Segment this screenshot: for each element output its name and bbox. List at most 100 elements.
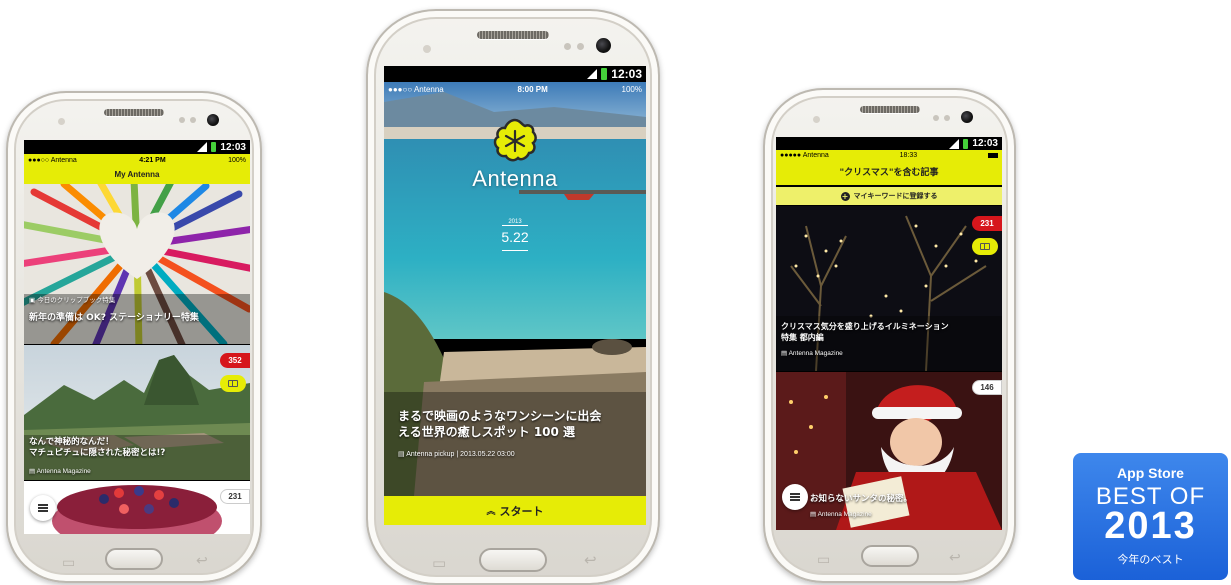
card-source: ▤ Antenna Magazine — [810, 510, 872, 518]
headline-line: える世界の癒しスポット 100 選 — [398, 425, 576, 440]
santa-image — [776, 372, 1002, 530]
ios-clock: 8:00 PM — [517, 84, 548, 94]
android-clock: 12:03 — [972, 138, 998, 149]
card-title-line: クリスマス気分を盛り上げるイルミネーション — [781, 322, 949, 331]
card-tag-text: 今日のクリップブック特集 — [37, 296, 116, 304]
battery-icon — [988, 153, 998, 158]
article-card[interactable]: 231 クリスマス気分を盛り上げるイルミネーション 特集 都内編 ▤ Anten… — [776, 206, 1002, 371]
article-card[interactable]: 146 お知らないサンタの秘密。 ▤ Antenna Magazine — [776, 372, 1002, 530]
menu-key-icon[interactable]: ▭ — [62, 555, 75, 571]
magazine-icon: ▤ — [29, 468, 37, 475]
illumination-image — [776, 206, 1002, 371]
android-status-bar: 12:03 — [776, 137, 1002, 150]
asterisk-flower-icon — [493, 118, 537, 162]
front-camera — [961, 111, 973, 123]
article-card[interactable]: 352 なんで神秘的なんだ！ マチュピチュに隠された秘密とは!? ▤ Anten… — [24, 345, 250, 480]
earpiece-speaker — [477, 31, 549, 39]
home-button[interactable] — [860, 545, 919, 567]
magazine-icon: ▤ — [781, 350, 789, 357]
date-month-day: 5.22 — [501, 229, 529, 245]
light-sensor — [577, 43, 584, 50]
proximity-sensor — [423, 45, 431, 53]
magazine-icon: ▤ — [398, 451, 407, 458]
battery-label: 100% — [228, 156, 246, 164]
signal-icon — [587, 69, 598, 79]
signal-icon — [197, 142, 208, 152]
card-title: 新年の準備は OK? ステーショナリー特集 — [29, 313, 199, 323]
battery-icon — [963, 138, 969, 149]
back-key-icon[interactable]: ↩ — [584, 551, 597, 569]
ios-status-bar: ●●●●● Antenna 18:33 — [776, 150, 1002, 161]
phone-right: 12:03 ●●●●● Antenna 18:33 "クリスマス"を含む記事 +… — [763, 88, 1016, 583]
chevron-up-icon: ︽ — [486, 507, 496, 517]
clip-count-badge: 146 — [972, 380, 1002, 395]
clip-count-badge: 231 — [220, 489, 250, 504]
app-store-best-of-badge: App Store BEST OF 2013 今年のベスト — [1073, 453, 1228, 580]
signal-icon — [949, 138, 960, 149]
card-title-line: 特集 都内編 — [781, 332, 824, 342]
date-rule — [502, 250, 528, 251]
phone-left-screen: 12:03 ●●●○○ Antenna 4:21 PM 100% My Ante… — [24, 140, 250, 534]
book-icon — [980, 243, 990, 250]
front-camera — [207, 114, 219, 126]
start-button[interactable]: ︽ スタート — [384, 496, 646, 525]
menu-button[interactable] — [782, 484, 808, 510]
menu-key-icon[interactable]: ▭ — [432, 554, 446, 572]
carrier-label: ●●●○○ Antenna — [388, 84, 444, 94]
book-icon — [228, 380, 238, 387]
card-source: ▤ Antenna Magazine — [29, 467, 91, 475]
ios-status-bar: ●●●○○ Antenna 4:21 PM 100% — [24, 154, 250, 166]
phone-left: 12:03 ●●●○○ Antenna 4:21 PM 100% My Ante… — [6, 91, 262, 583]
earpiece-speaker — [104, 109, 164, 116]
card-source-text: Antenna Magazine — [36, 468, 91, 475]
battery-icon — [601, 68, 608, 80]
card-title: お知らないサンタの秘密。 — [810, 494, 913, 504]
phone-center-screen: 12:03 ●●●○○ Antenna 8:00 PM 100% Antenna… — [384, 66, 646, 525]
headline-line: まるで映画のようなワンシーンに出会 — [398, 409, 602, 423]
carrier-label: ●●●○○ Antenna — [28, 156, 77, 164]
battery-icon — [211, 142, 217, 152]
clip-button[interactable] — [972, 238, 998, 255]
clip-count-badge: 352 — [220, 353, 250, 368]
headline[interactable]: まるで映画のようなワンシーンに出会 える世界の癒しスポット 100 選 — [398, 408, 640, 440]
hamburger-icon — [790, 496, 800, 498]
ios-clock: 18:33 — [899, 152, 918, 159]
hamburger-icon — [38, 507, 48, 509]
proximity-sensor — [813, 116, 820, 123]
light-sensor — [564, 43, 571, 50]
carrier-label: ●●●●● Antenna — [780, 152, 829, 159]
android-status-bar: 12:03 — [384, 66, 646, 82]
start-label: スタート — [499, 504, 544, 518]
badge-year: 2013 — [1104, 505, 1197, 547]
earpiece-speaker — [859, 106, 920, 113]
register-keyword-button[interactable]: + マイキーワードに登録する — [776, 187, 1002, 205]
register-keyword-label: マイキーワードに登録する — [853, 192, 938, 200]
card-source-text: Antenna Magazine — [817, 511, 872, 518]
proximity-sensor — [58, 118, 65, 125]
light-sensor — [190, 117, 196, 123]
article-source: ▤ Antenna pickup | 2013.05.22 03:00 — [398, 450, 515, 458]
book-icon: ▣ — [29, 296, 38, 304]
menu-key-icon[interactable]: ▭ — [817, 552, 830, 568]
article-card[interactable]: 231 — [24, 481, 250, 534]
card-title-line: マチュピチュに隠された秘密とは!? — [29, 448, 166, 459]
home-button[interactable] — [479, 548, 547, 572]
back-key-icon[interactable]: ↩ — [949, 550, 961, 566]
article-source-text: Antenna pickup | 2013.05.22 03:00 — [406, 451, 515, 458]
phone-center: 12:03 ●●●○○ Antenna 8:00 PM 100% Antenna… — [366, 9, 660, 585]
light-sensor — [179, 117, 185, 123]
clip-button[interactable] — [220, 375, 246, 392]
back-key-icon[interactable]: ↩ — [196, 553, 208, 569]
article-card[interactable]: ▣ 今日のクリップブック特集 新年の準備は OK? ステーショナリー特集 — [24, 184, 250, 344]
badge-app-store: App Store — [1117, 465, 1184, 481]
light-sensor — [944, 115, 950, 121]
plus-circle-icon: + — [840, 191, 850, 201]
card-title-line: なんで神秘的なんだ！ — [29, 437, 114, 447]
badge-subtitle: 今年のベスト — [1117, 553, 1184, 566]
menu-button[interactable] — [30, 495, 56, 521]
phone-right-screen: 12:03 ●●●●● Antenna 18:33 "クリスマス"を含む記事 +… — [776, 137, 1002, 530]
home-button[interactable] — [105, 548, 163, 570]
page-title: "クリスマス"を含む記事 — [776, 161, 1002, 185]
page-title: My Antenna — [24, 166, 250, 184]
card-title: クリスマス気分を盛り上げるイルミネーション 特集 都内編 — [781, 322, 997, 344]
